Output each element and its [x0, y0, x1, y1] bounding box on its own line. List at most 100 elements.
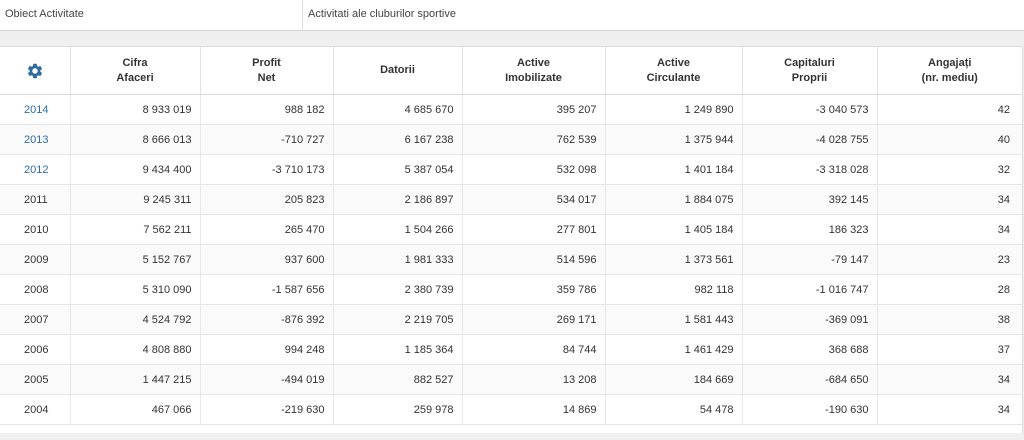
- table-row: 2010 7 562 211 265 470 1 504 266 277 801 1 40…: [0, 214, 1022, 245]
- value-cell: 1 884 075: [605, 184, 743, 215]
- value-cell: 5 310 090: [70, 274, 201, 305]
- value-cell: -369 091: [742, 304, 878, 335]
- value-cell: 2 186 897: [333, 184, 463, 215]
- value-cell: 1 185 364: [333, 334, 463, 365]
- value-cell: 34: [877, 394, 1022, 425]
- value-cell: 359 786: [462, 274, 606, 305]
- value-cell: -876 392: [200, 304, 334, 335]
- year-link[interactable]: 2012: [24, 164, 48, 176]
- value-cell: -3 710 173: [200, 154, 334, 185]
- year-cell: 2011: [0, 184, 71, 215]
- value-cell: 42: [877, 94, 1022, 125]
- value-cell: 205 823: [200, 184, 334, 215]
- year-label: 2005: [24, 373, 49, 386]
- value-cell: 1 461 429: [605, 334, 743, 365]
- value-cell: 6 167 238: [333, 124, 463, 155]
- value-cell: 514 596: [462, 244, 606, 275]
- value-cell: -190 630: [742, 394, 878, 425]
- column-header-active-circulante: Active Circulante: [605, 47, 743, 95]
- value-cell: 269 171: [462, 304, 606, 335]
- table-row: 2011 9 245 311 205 823 2 186 897 534 017 1 88…: [0, 184, 1022, 215]
- value-cell: 7 562 211: [70, 214, 201, 245]
- table-row: 2008 5 310 090 -1 587 656 2 380 739 359 786 9…: [0, 274, 1022, 305]
- value-cell: -684 650: [742, 364, 878, 395]
- value-cell: -710 727: [200, 124, 334, 155]
- year-label: 2011: [24, 193, 48, 206]
- value-cell: 988 182: [200, 94, 334, 125]
- value-cell: -219 630: [200, 394, 334, 425]
- year-link[interactable]: 2014: [24, 104, 48, 116]
- activity-info-bar: Obiect Activitate Activitati ale cluburi…: [0, 0, 1024, 31]
- value-cell: 467 066: [70, 394, 201, 425]
- value-cell: 395 207: [462, 94, 606, 125]
- value-cell: 532 098: [462, 154, 606, 185]
- year-cell[interactable]: 2013: [0, 124, 71, 155]
- value-cell: 1 447 215: [70, 364, 201, 395]
- table-row: 2004 467 066 -219 630 259 978 14 869 54 478 -1…: [0, 394, 1022, 425]
- financial-table: Cifra Afaceri Profit Net Datorii Active Imo…: [0, 47, 1022, 425]
- financial-table-container: Cifra Afaceri Profit Net Datorii Active Imo…: [0, 46, 1023, 433]
- value-cell: 28: [877, 274, 1022, 305]
- year-cell: 2007: [0, 304, 71, 335]
- value-cell: 882 527: [333, 364, 463, 395]
- value-cell: 982 118: [605, 274, 743, 305]
- year-label: 2008: [24, 283, 49, 296]
- value-cell: 8 666 013: [70, 124, 201, 155]
- value-cell: 762 539: [462, 124, 606, 155]
- activity-value: Activitati ale cluburilor sportive: [308, 8, 456, 20]
- value-cell: 9 245 311: [70, 184, 201, 215]
- year-label: 2009: [24, 253, 49, 266]
- year-cell: 2008: [0, 274, 71, 305]
- table-row: 2007 4 524 792 -876 392 2 219 705 269 171 1 5…: [0, 304, 1022, 335]
- value-cell: 34: [877, 364, 1022, 395]
- value-cell: 4 524 792: [70, 304, 201, 335]
- value-cell: 259 978: [333, 394, 463, 425]
- column-header-angajati: Angajați (nr. mediu): [877, 47, 1022, 95]
- table-header-row: Cifra Afaceri Profit Net Datorii Active Imo…: [0, 47, 1022, 95]
- value-cell: -1 016 747: [742, 274, 878, 305]
- value-cell: -4 028 755: [742, 124, 878, 155]
- value-cell: 1 375 944: [605, 124, 743, 155]
- value-cell: 994 248: [200, 334, 334, 365]
- value-cell: 2 380 739: [333, 274, 463, 305]
- value-cell: 4 685 670: [333, 94, 463, 125]
- value-cell: 34: [877, 214, 1022, 245]
- value-cell: 2 219 705: [333, 304, 463, 335]
- value-cell: 1 373 561: [605, 244, 743, 275]
- table-row: 2006 4 808 880 994 248 1 185 364 84 744 1 461…: [0, 334, 1022, 365]
- value-cell: 1 981 333: [333, 244, 463, 275]
- value-cell: -3 040 573: [742, 94, 878, 125]
- value-cell: -3 318 028: [742, 154, 878, 185]
- value-cell: 84 744: [462, 334, 606, 365]
- value-cell: 392 145: [742, 184, 878, 215]
- year-cell[interactable]: 2012: [0, 154, 71, 185]
- value-cell: 5 152 767: [70, 244, 201, 275]
- value-cell: 23: [877, 244, 1022, 275]
- value-cell: 40: [877, 124, 1022, 155]
- value-cell: 34: [877, 184, 1022, 215]
- table-row: 2014 8 933 019 988 182 4 685 670 395 207 1 24…: [0, 94, 1022, 125]
- year-cell: 2006: [0, 334, 71, 365]
- year-cell: 2010: [0, 214, 71, 245]
- settings-header: [0, 47, 71, 95]
- table-row: 2012 9 434 400 -3 710 173 5 387 054 532 098 1…: [0, 154, 1022, 185]
- value-cell: -79 147: [742, 244, 878, 275]
- year-cell[interactable]: 2014: [0, 94, 71, 125]
- year-label: 2010: [24, 223, 49, 236]
- column-header-active-imobilizate: Active Imobilizate: [462, 47, 606, 95]
- value-cell: 184 669: [605, 364, 743, 395]
- value-cell: 4 808 880: [70, 334, 201, 365]
- value-cell: 186 323: [742, 214, 878, 245]
- value-cell: -494 019: [200, 364, 334, 395]
- value-cell: 5 387 054: [333, 154, 463, 185]
- value-cell: 32: [877, 154, 1022, 185]
- value-cell: 13 208: [462, 364, 606, 395]
- year-label: 2007: [24, 313, 49, 326]
- year-link[interactable]: 2013: [24, 134, 48, 146]
- table-row: 2009 5 152 767 937 600 1 981 333 514 596 1 37…: [0, 244, 1022, 275]
- column-header-datorii: Datorii: [333, 47, 463, 95]
- gear-icon[interactable]: [26, 62, 44, 80]
- value-cell: 277 801: [462, 214, 606, 245]
- activity-label: Obiect Activitate: [0, 0, 303, 30]
- year-label: 2004: [24, 403, 49, 416]
